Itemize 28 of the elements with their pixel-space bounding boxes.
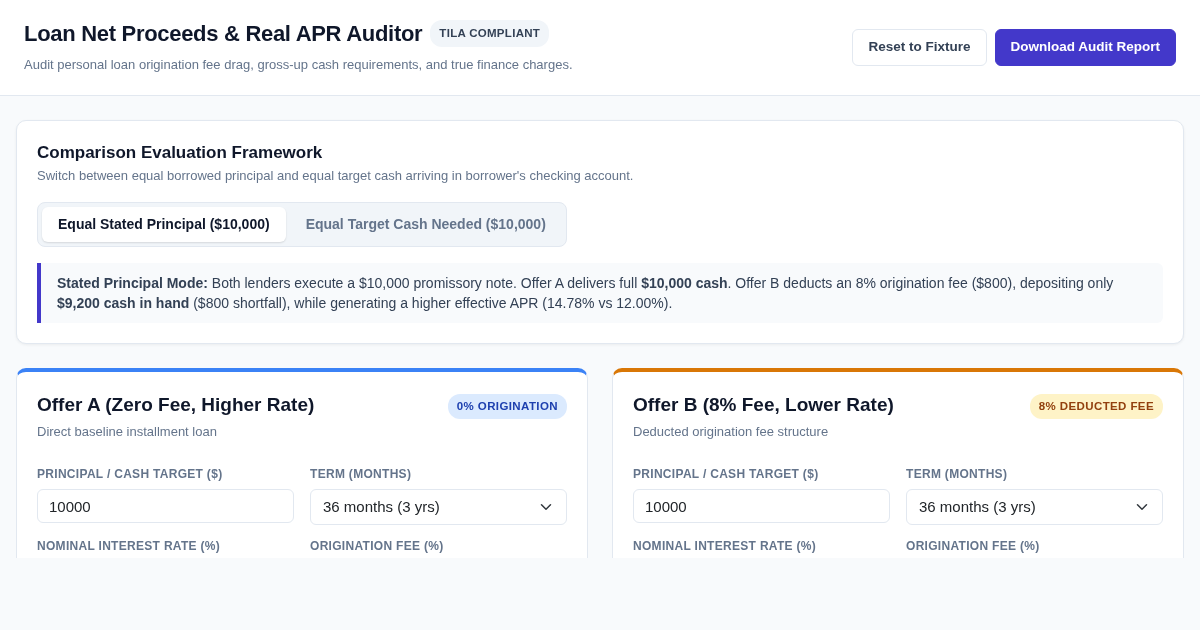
offer-title: Offer A (Zero Fee, Higher Rate) [37, 393, 315, 417]
field-label: NOMINAL INTEREST RATE (%) [633, 538, 818, 556]
offer-subtitle: Direct baseline installment loan [37, 422, 218, 441]
mode-explanation: Stated Principal Mode: Both lenders execute a $10,000 promissory note. Offer A delivers full $10,000 cash. Offer B deducts an 8% origination fee ($800), depositing only $9,200 cash in hand ($800 shortfall), while generating a higher effective APR (14.78% vs 12.00%). [37, 262, 1163, 323]
offer-title: Offer B (8% Fee, Lower Rate) [633, 393, 894, 417]
field-label: ORIGINATION FEE (%) [906, 538, 1041, 556]
principal-input[interactable]: 10000 [37, 489, 294, 524]
field-label: PRINCIPAL / CASH TARGET ($) [633, 466, 820, 484]
panel-subtitle: Switch between equal borrowed principal and equal target cash arriving in borrower's checking account. [37, 167, 635, 186]
reset-button[interactable]: Reset to Fixture [852, 29, 987, 66]
field-label: NOMINAL INTEREST RATE (%) [37, 538, 222, 556]
mode-tab[interactable]: Equal Target Cash Needed ($10,000) [289, 206, 562, 242]
mode-tab[interactable]: Equal Stated Principal ($10,000) [42, 206, 286, 242]
offer-subtitle: Deducted origination fee structure [633, 422, 830, 441]
compliance-badge: TILA COMPLIANT [430, 20, 550, 48]
term-select[interactable]: 36 months (3 yrs) [310, 489, 567, 526]
page-title: Loan Net Proceeds & Real APR Auditor [24, 20, 423, 47]
fee-badge: 8% DEDUCTED FEE [1029, 393, 1163, 420]
field-label: TERM (MONTHS) [906, 466, 1009, 484]
term-select[interactable]: 36 months (3 yrs) [906, 489, 1163, 526]
principal-input[interactable]: 10000 [633, 489, 890, 524]
field-label: TERM (MONTHS) [310, 466, 413, 484]
fee-badge: 0% ORIGINATION [447, 393, 567, 420]
download-button[interactable]: Download Audit Report [994, 29, 1176, 66]
field-label: ORIGINATION FEE (%) [310, 538, 445, 556]
panel-title: Comparison Evaluation Framework [37, 143, 324, 164]
field-label: PRINCIPAL / CASH TARGET ($) [37, 466, 224, 484]
page-subtitle: Audit personal loan origination fee drag, gross-up cash requirements, and true finance charges. [24, 56, 573, 75]
